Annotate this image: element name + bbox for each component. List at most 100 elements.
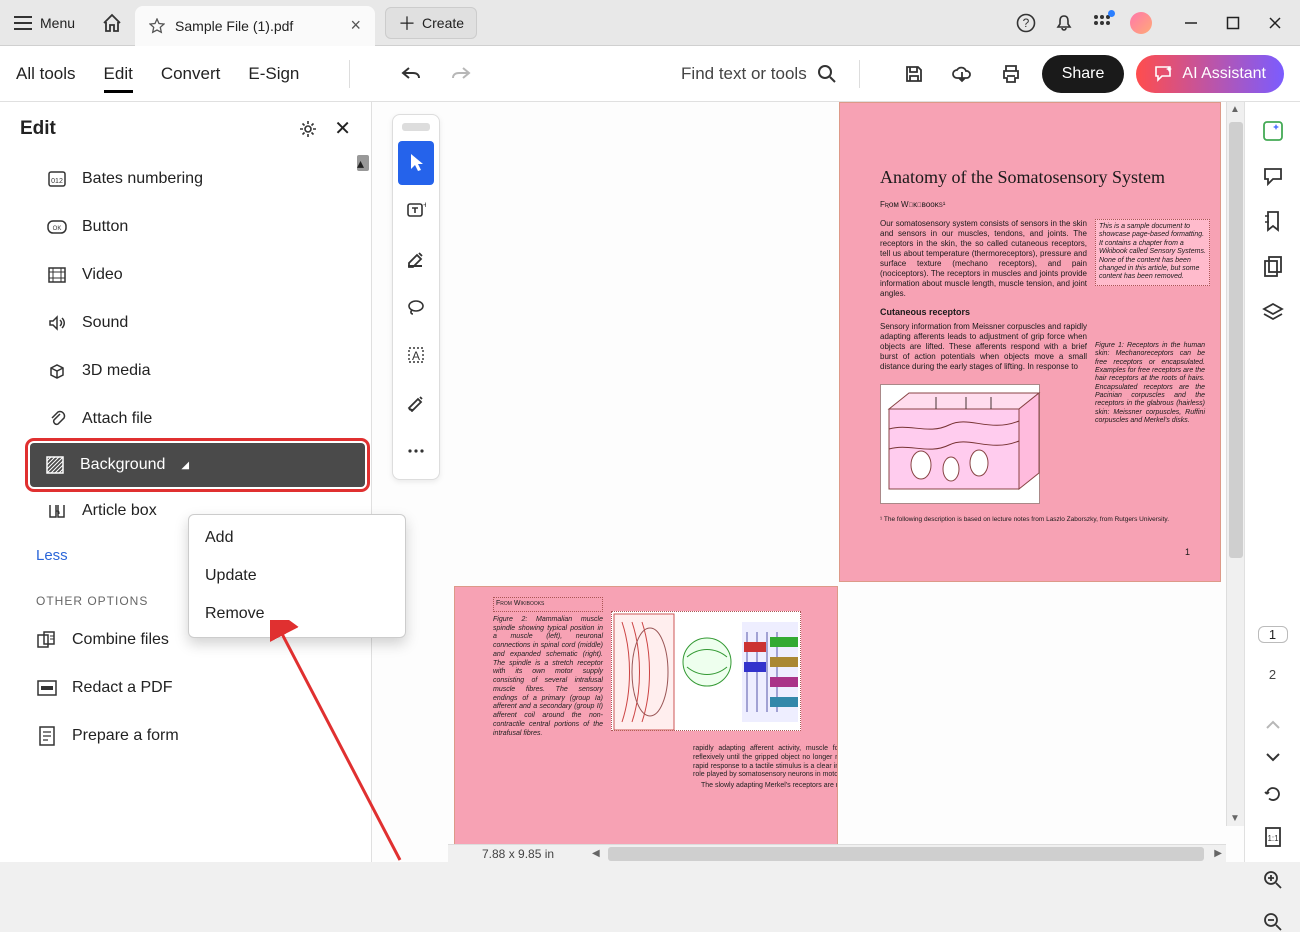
scroll-left-icon[interactable]: ◀ — [592, 848, 600, 859]
sign-tool[interactable] — [398, 381, 434, 425]
maximize-button[interactable] — [1226, 16, 1240, 30]
sidebar-item-video[interactable]: Video — [0, 251, 371, 299]
find-label: Find text or tools — [681, 64, 807, 84]
page1-title: Anatomy of the Somatosensory System — [880, 167, 1200, 188]
bell-icon[interactable] — [1054, 13, 1074, 33]
menu-button[interactable]: Menu — [0, 0, 89, 45]
page1-fig1-caption: Figure 1: Receptors in the human skin: M… — [1095, 342, 1205, 426]
video-icon — [46, 264, 68, 286]
edit-sidebar: Edit ✕ 012 Bates numbering OK Button Vid… — [0, 102, 372, 862]
undo-button[interactable] — [400, 65, 422, 83]
sidebar-item-prepare-form[interactable]: Prepare a form — [0, 712, 371, 760]
page2-fig2-caption: Figure 2: Mammalian muscle spindle showi… — [493, 616, 603, 739]
home-button[interactable] — [89, 0, 135, 45]
separator — [349, 60, 350, 88]
body: Edit ✕ 012 Bates numbering OK Button Vid… — [0, 102, 1300, 862]
sidebar-item-button[interactable]: OK Button — [0, 203, 371, 251]
fit-page-button[interactable]: 1:1 — [1264, 826, 1282, 848]
create-button[interactable]: ＋ Create — [385, 7, 477, 39]
help-icon[interactable]: ? — [1016, 13, 1036, 33]
more-tools[interactable] — [398, 429, 434, 473]
current-page-input[interactable]: 1 — [1258, 626, 1288, 643]
scroll-up-icon[interactable]: ▲ — [1230, 104, 1240, 115]
ai-panel-button[interactable] — [1262, 120, 1284, 142]
page1-h-cutaneous: Cutaneous receptors — [880, 307, 1087, 318]
sidebar-item-sound[interactable]: Sound — [0, 299, 371, 347]
save-button[interactable] — [904, 64, 924, 84]
page-dimensions-label: 7.88 x 9.85 in — [448, 844, 588, 862]
redo-button[interactable] — [450, 65, 472, 83]
combine-icon — [36, 629, 58, 651]
sidebar-item-bates-numbering[interactable]: 012 Bates numbering — [0, 155, 371, 203]
sidebar-item-3d-media[interactable]: 3D media — [0, 347, 371, 395]
vscroll-thumb[interactable] — [1229, 122, 1243, 558]
plus-icon: ＋ — [398, 10, 416, 36]
tab-all-tools[interactable]: All tools — [16, 64, 76, 84]
avatar[interactable] — [1130, 12, 1152, 34]
right-rail: 1 2 1:1 — [1244, 102, 1300, 862]
ai-assistant-button[interactable]: AI Assistant — [1136, 55, 1284, 93]
tab-convert[interactable]: Convert — [161, 64, 221, 84]
close-window-button[interactable] — [1268, 16, 1282, 30]
scroll-right-icon[interactable]: ▶ — [1214, 848, 1222, 859]
minimize-button[interactable] — [1184, 16, 1198, 30]
zoom-in-button[interactable] — [1263, 870, 1283, 890]
page1-subtitle: Fʀᴏᴍ Wɪᴋɪʙᴏᴏᴋs¹ — [880, 200, 1220, 209]
page1-para2: Sensory information from Meissner corpus… — [880, 322, 1087, 372]
ctx-add[interactable]: Add — [189, 519, 405, 557]
highlight-tool[interactable] — [398, 237, 434, 281]
add-text-tool[interactable]: + — [398, 189, 434, 233]
muscle-diagram-figure — [611, 611, 801, 731]
document-tab[interactable]: Sample File (1).pdf × — [135, 6, 375, 46]
rotate-button[interactable] — [1263, 784, 1283, 804]
comments-button[interactable] — [1262, 166, 1284, 186]
gear-icon[interactable] — [298, 119, 318, 139]
redact-icon — [36, 677, 58, 699]
sidebar-item-redact[interactable]: Redact a PDF — [0, 664, 371, 712]
pages-canvas[interactable]: Anatomy of the Somatosensory System Fʀᴏᴍ… — [372, 102, 1244, 862]
layers-button[interactable] — [1262, 302, 1284, 322]
page-down-button[interactable] — [1265, 752, 1281, 762]
page-up-button[interactable] — [1265, 720, 1281, 730]
skin-diagram-figure — [880, 384, 1040, 504]
cube-icon — [46, 360, 68, 382]
find-tools[interactable]: Find text or tools — [681, 64, 837, 84]
background-context-menu: Add Update Remove — [188, 514, 406, 638]
ctx-remove[interactable]: Remove — [189, 595, 405, 633]
page1-footnote: ¹ The following description is based on … — [880, 516, 1180, 523]
page1-sidebox: This is a sample document to showcase pa… — [1095, 219, 1210, 286]
text-select-tool[interactable]: A — [398, 333, 434, 377]
sidebar-item-attach-file[interactable]: Attach file — [0, 395, 371, 443]
edit-floating-toolbar: + A — [392, 114, 440, 480]
page-1[interactable]: Anatomy of the Somatosensory System Fʀᴏᴍ… — [839, 102, 1221, 582]
pages-button[interactable] — [1263, 256, 1283, 278]
page-2[interactable]: From Wikibooks Figure 2: Mammalian muscl… — [454, 586, 838, 862]
share-button[interactable]: Share — [1042, 55, 1125, 93]
tab-title: Sample File (1).pdf — [175, 18, 293, 34]
document-vertical-scrollbar[interactable]: ▲ ▼ — [1226, 102, 1244, 826]
scroll-down-icon[interactable]: ▼ — [1230, 813, 1240, 824]
hscroll-thumb[interactable] — [608, 847, 1204, 861]
ctx-update[interactable]: Update — [189, 557, 405, 595]
zoom-out-button[interactable] — [1263, 912, 1283, 932]
page1-para1: Our somatosensory system consists of sen… — [880, 219, 1087, 299]
toolbar-grip[interactable] — [402, 123, 430, 131]
button-icon: OK — [46, 216, 68, 238]
lasso-tool[interactable] — [398, 285, 434, 329]
print-button[interactable] — [1000, 64, 1022, 84]
apps-icon[interactable] — [1092, 13, 1112, 33]
cloud-button[interactable] — [950, 64, 974, 84]
sidebar-list: 012 Bates numbering OK Button Video Soun… — [0, 155, 371, 862]
sidebar-scrollbar[interactable]: ▴ — [357, 155, 369, 171]
select-tool[interactable] — [398, 141, 434, 185]
create-label: Create — [422, 15, 464, 31]
star-icon — [149, 18, 165, 34]
bookmarks-button[interactable] — [1263, 210, 1283, 232]
tab-edit[interactable]: Edit — [104, 64, 133, 93]
svg-text:?: ? — [1023, 16, 1030, 30]
tab-close[interactable]: × — [351, 15, 362, 36]
sidebar-item-background[interactable]: Background ◢ — [30, 443, 365, 487]
background-icon — [44, 454, 66, 476]
close-sidebar-button[interactable]: ✕ — [334, 116, 351, 141]
tab-esign[interactable]: E-Sign — [248, 64, 299, 84]
